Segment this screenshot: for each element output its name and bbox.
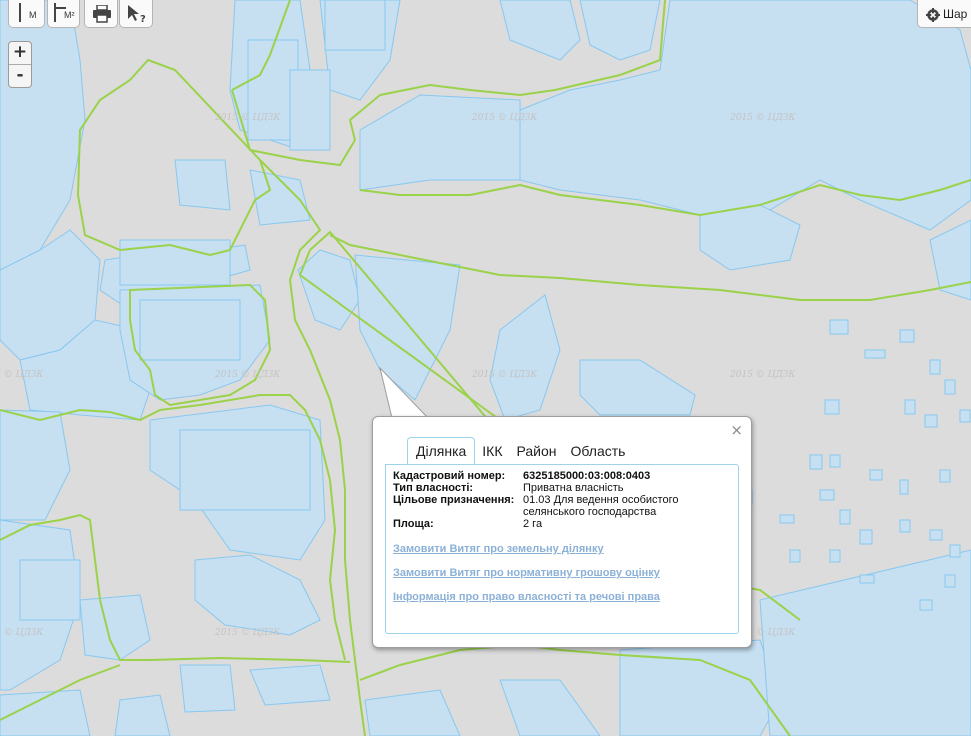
- gear-icon: [926, 8, 940, 22]
- ownership-rights-info-link[interactable]: Інформація про право власності та речові…: [393, 591, 660, 603]
- field-label: Тип власності:: [393, 482, 474, 494]
- measure-area-label: М²: [64, 10, 75, 20]
- field-label: Цільове призначення:: [393, 494, 515, 506]
- watermark: 2015 © ЦДЗК: [215, 628, 281, 638]
- measure-length-label: М: [29, 10, 37, 20]
- identify-button[interactable]: ?: [119, 0, 153, 28]
- zoom-control: + -: [8, 41, 32, 88]
- purpose-row: Цільове призначення: 01.03 Для ведення о…: [393, 494, 733, 518]
- area-value: 2 га: [523, 518, 543, 530]
- watermark: 2015 © ЦДЗК: [215, 113, 281, 123]
- zoom-out-button[interactable]: -: [9, 64, 31, 87]
- purpose-value: 01.03 Для ведення особистого селянського…: [523, 494, 679, 518]
- ruler-icon: [19, 3, 21, 22]
- tab-parcel[interactable]: Ділянка: [407, 437, 476, 464]
- layers-button[interactable]: Шар: [917, 0, 971, 28]
- area-row: Площа: 2 га: [393, 518, 733, 530]
- printer-icon: [93, 5, 111, 23]
- watermark: 2015 © ЦДЗК: [0, 370, 44, 380]
- field-label: Кадастровий номер:: [393, 470, 506, 482]
- parcel-info-popup: × Ділянка ІКК Район Область Кадастровий ном…: [372, 416, 752, 648]
- parcel-info-panel: Кадастровий номер: 6325185000:03:008:040…: [385, 464, 739, 634]
- field-label: Площа:: [393, 518, 434, 530]
- watermark: 2015 © ЦДЗК: [730, 113, 796, 123]
- parcel-attributes: Кадастровий номер: 6325185000:03:008:040…: [393, 470, 733, 530]
- order-parcel-extract-link[interactable]: Замовити Витяг про земельну ділянку: [393, 543, 604, 555]
- popup-tabs: Ділянка ІКК Район Область: [407, 436, 632, 465]
- cursor-question-icon: ?: [128, 5, 146, 24]
- measure-area-button[interactable]: М²: [47, 0, 80, 28]
- svg-text:?: ?: [140, 14, 146, 24]
- watermark: 2015 © ЦДЗК: [472, 370, 538, 380]
- tab-ikk[interactable]: ІКК: [475, 439, 509, 463]
- ownership-type-value: Приватна власність: [523, 482, 624, 494]
- cadastral-number-value: 6325185000:03:008:0403: [523, 470, 651, 482]
- watermark: 2015 © ЦДЗК: [730, 370, 796, 380]
- watermark: 2015 © ЦДЗК: [215, 370, 281, 380]
- order-valuation-extract-link[interactable]: Замовити Витяг про нормативну грошову оц…: [393, 567, 660, 579]
- measure-length-button[interactable]: М: [8, 0, 45, 28]
- tab-region[interactable]: Область: [564, 439, 633, 463]
- layers-label: Шар: [943, 7, 968, 21]
- print-button[interactable]: [84, 0, 118, 28]
- ownership-type-row: Тип власності: Приватна власність: [393, 482, 733, 494]
- watermark: 2015 © ЦДЗК: [0, 628, 44, 638]
- watermark: 2015 © ЦДЗК: [472, 113, 538, 123]
- tab-district[interactable]: Район: [510, 439, 564, 463]
- cadastral-number-row: Кадастровий номер: 6325185000:03:008:040…: [393, 470, 733, 482]
- close-icon[interactable]: ×: [730, 421, 743, 439]
- zoom-in-button[interactable]: +: [9, 42, 31, 64]
